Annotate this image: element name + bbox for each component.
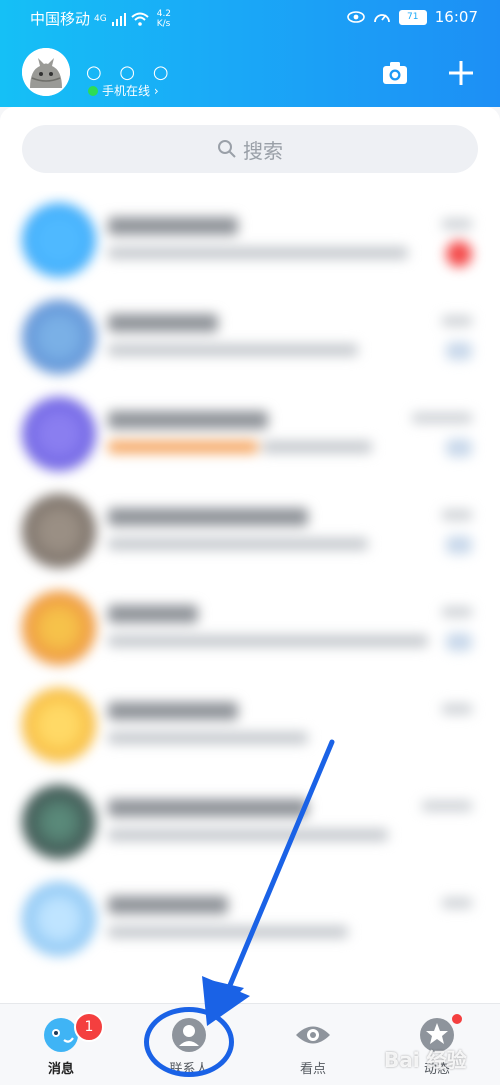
- tab-discover[interactable]: 看点: [268, 1012, 358, 1082]
- network-label: 4G: [94, 13, 107, 24]
- nickname[interactable]: ○ ○ ○: [86, 62, 175, 83]
- status-bar: 中国移动 4G 4.2 K/s 71 16:07: [0, 0, 500, 38]
- online-dot-icon: [88, 85, 98, 96]
- moments-red-dot: [452, 1014, 462, 1024]
- avatar: [22, 882, 96, 956]
- avatar: [22, 785, 96, 859]
- tab-messages-label: 消息: [47, 1062, 74, 1077]
- online-status-label: 手机在线 ›: [102, 84, 159, 98]
- list-item[interactable]: [0, 773, 500, 873]
- tab-discover-label: 看点: [299, 1062, 326, 1077]
- net-speed: 4.2 K/s: [156, 8, 172, 29]
- top-header: 中国移动 4G 4.2 K/s 71 16:07 ○ ○ ○ 手机在线 ›: [0, 0, 500, 107]
- list-item[interactable]: [0, 676, 500, 776]
- avatar: [22, 591, 96, 665]
- carrier-label: 中国移动: [30, 10, 91, 28]
- eye-icon: [294, 1016, 332, 1054]
- cat-avatar-icon: [22, 48, 70, 96]
- battery-icon: 71: [398, 9, 427, 25]
- user-avatar[interactable]: [22, 48, 70, 96]
- search-input[interactable]: 搜索: [22, 125, 478, 173]
- highlight-ring: [144, 1007, 234, 1077]
- list-item[interactable]: [0, 870, 500, 970]
- avatar: [22, 203, 96, 277]
- online-status[interactable]: 手机在线 ›: [88, 82, 159, 99]
- speedometer-icon: [373, 14, 390, 23]
- avatar: [22, 494, 96, 568]
- watermark: Bai 经验: [384, 1048, 467, 1072]
- eye-comfort-icon: [346, 11, 365, 23]
- search-icon: [218, 140, 236, 158]
- search-placeholder: 搜索: [243, 138, 283, 163]
- unread-badge: 1: [74, 1012, 104, 1042]
- avatar: [22, 688, 96, 762]
- list-item[interactable]: [0, 288, 500, 388]
- avatar: [22, 300, 96, 374]
- conversation-list: [0, 191, 500, 1003]
- list-item[interactable]: [0, 191, 500, 291]
- search-area: 搜索: [0, 107, 500, 191]
- list-item[interactable]: [0, 579, 500, 679]
- list-item[interactable]: [0, 482, 500, 582]
- camera-icon[interactable]: [380, 58, 410, 88]
- wifi-icon: [131, 12, 149, 26]
- plus-icon[interactable]: [446, 58, 476, 88]
- signal-icon: [111, 12, 126, 26]
- list-item[interactable]: [0, 385, 500, 485]
- clock: 16:07: [434, 8, 478, 26]
- avatar: [22, 397, 96, 471]
